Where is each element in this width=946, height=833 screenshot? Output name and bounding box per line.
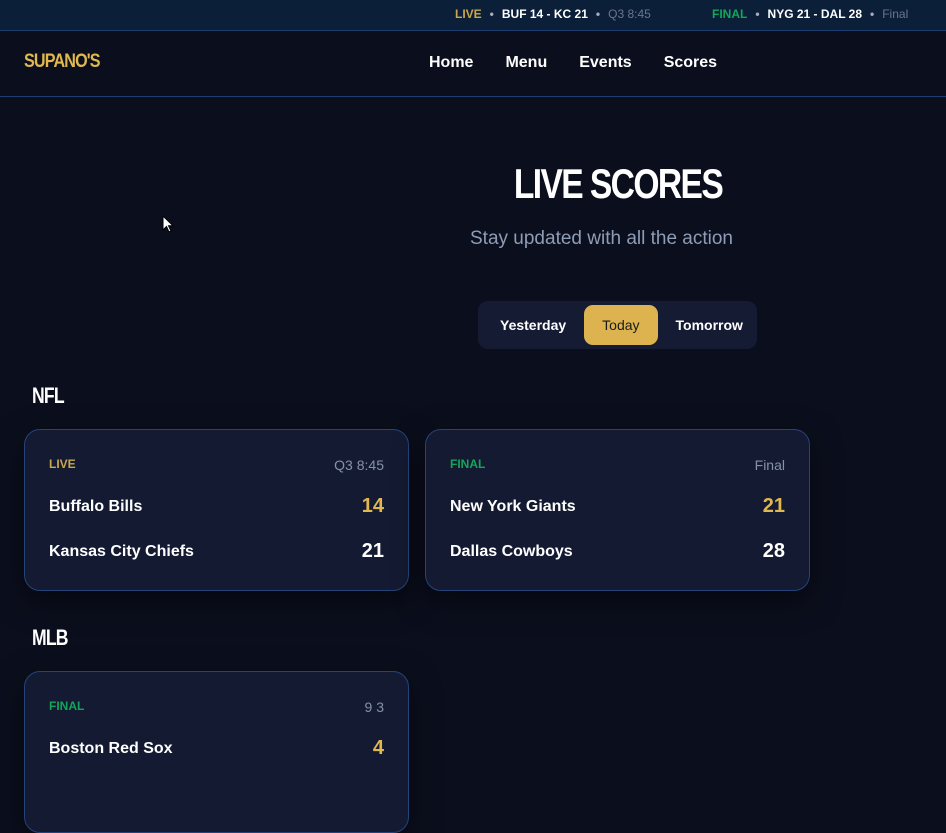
game-card[interactable]: FINAL 9 3 Boston Red Sox 4 bbox=[24, 671, 409, 833]
navbar: SUPANO'S Home Menu Events Scores bbox=[0, 31, 946, 97]
game-card[interactable]: LIVE Q3 8:45 Buffalo Bills 14 Kansas City … bbox=[24, 429, 409, 591]
game-card[interactable]: FINAL Final New York Giants 21 Dallas Cowb… bbox=[425, 429, 810, 591]
tab-tomorrow[interactable]: Tomorrow bbox=[658, 305, 761, 345]
game-time: Final bbox=[754, 457, 785, 473]
separator: • bbox=[755, 7, 760, 21]
game-time: Q3 8:45 bbox=[334, 457, 384, 473]
team-name: New York Giants bbox=[450, 497, 576, 515]
team-score: 21 bbox=[361, 540, 384, 562]
nav-events[interactable]: Events bbox=[579, 54, 631, 72]
section-title-nfl: NFL bbox=[32, 383, 65, 408]
page-subtitle: Stay updated with all the action bbox=[470, 228, 734, 249]
nav-home[interactable]: Home bbox=[429, 54, 473, 72]
nav-scores[interactable]: Scores bbox=[664, 54, 717, 72]
team-name: Dallas Cowboys bbox=[450, 542, 573, 560]
ticker-time: Final bbox=[882, 7, 909, 21]
mouse-cursor-icon bbox=[162, 215, 174, 233]
ticker-score: BUF 14 - KC 21 bbox=[501, 7, 588, 21]
ticker-time: Q3 8:45 bbox=[608, 7, 651, 21]
tab-today[interactable]: Today bbox=[584, 305, 658, 345]
game-status: LIVE bbox=[49, 457, 76, 471]
separator: • bbox=[489, 7, 494, 21]
team-name: Boston Red Sox bbox=[49, 739, 173, 757]
game-time: 9 3 bbox=[364, 699, 384, 715]
game-status: FINAL bbox=[49, 699, 85, 713]
separator: • bbox=[870, 7, 875, 21]
score-ticker: LIVE • BUF 14 - KC 21 • Q3 8:45 FINAL • NYG… bbox=[0, 0, 946, 31]
day-selector: Yesterday Today Tomorrow bbox=[478, 301, 757, 349]
ticker-status: FINAL bbox=[712, 7, 748, 21]
team-name: Buffalo Bills bbox=[49, 497, 143, 515]
tab-yesterday[interactable]: Yesterday bbox=[482, 305, 584, 345]
ticker-item[interactable]: FINAL • NYG 21 - DAL 28 • Final bbox=[712, 7, 908, 21]
ticker-status: LIVE bbox=[455, 7, 482, 21]
team-score: 14 bbox=[361, 495, 384, 517]
section-title-mlb: MLB bbox=[32, 625, 69, 650]
logo[interactable]: SUPANO'S bbox=[24, 51, 101, 73]
page-title: LIVE SCORES bbox=[513, 160, 724, 207]
ticker-item[interactable]: LIVE • BUF 14 - KC 21 • Q3 8:45 bbox=[455, 7, 651, 21]
nav-menu[interactable]: Menu bbox=[505, 54, 547, 72]
ticker-score: NYG 21 - DAL 28 bbox=[767, 7, 863, 21]
team-score: 4 bbox=[372, 737, 384, 759]
team-score: 28 bbox=[762, 540, 785, 562]
team-name: Kansas City Chiefs bbox=[49, 542, 194, 560]
separator: • bbox=[595, 7, 601, 21]
team-score: 21 bbox=[762, 495, 785, 517]
game-status: FINAL bbox=[450, 457, 486, 471]
